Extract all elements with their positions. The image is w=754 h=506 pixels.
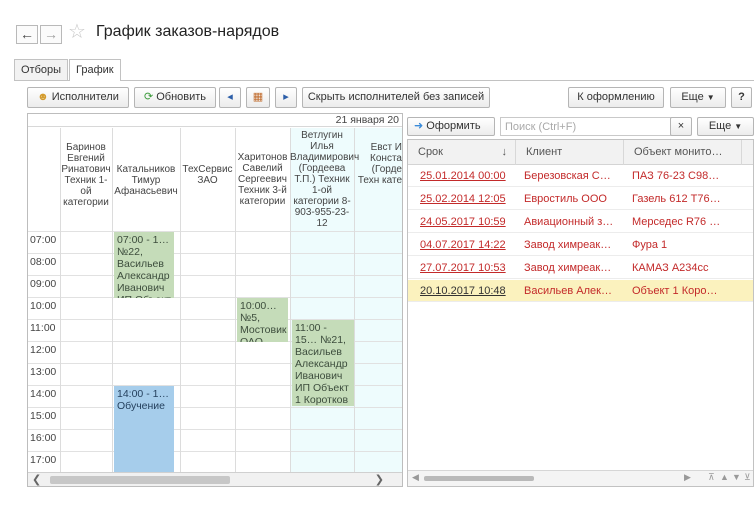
hour-label: 15:00: [30, 410, 57, 422]
refresh-icon: ⟳: [143, 91, 154, 103]
schedule-grid[interactable]: 21 января 20 Баринов Евгений Ринатович Т…: [27, 113, 403, 487]
scroll-right-icon[interactable]: ▶: [684, 472, 691, 483]
scroll-bottom-icon[interactable]: ⊻: [744, 472, 751, 483]
hide-empty-executors-button[interactable]: Скрыть исполнителей без записей: [302, 87, 490, 108]
refresh-button[interactable]: ⟳ Обновить: [134, 87, 216, 108]
hour-label: 11:00: [30, 322, 56, 334]
client-name: Завод химреак…: [524, 239, 612, 251]
client-name: Завод химреак…: [524, 262, 612, 274]
issue-order-label: Оформить: [426, 120, 481, 132]
scroll-down-icon[interactable]: ▼: [732, 472, 741, 482]
hour-label: 10:00: [30, 300, 57, 312]
page-title: График заказов-нарядов: [96, 23, 280, 40]
refresh-label: Обновить: [156, 91, 207, 103]
hour-label: 07:00: [30, 234, 57, 246]
dropdown-arrow-icon: ▼: [706, 93, 715, 102]
prev-period-button[interactable]: ◂: [219, 87, 241, 108]
calendar-icon[interactable]: ▦: [246, 87, 270, 108]
users-icon: ☻: [37, 91, 49, 103]
hour-label: 17:00: [30, 454, 57, 466]
hour-line: [28, 407, 402, 408]
next-period-button[interactable]: ▸: [275, 87, 297, 108]
object-name: Фура 1: [632, 239, 668, 251]
forward-button[interactable]: →: [40, 25, 62, 44]
table-row-selected[interactable]: 20.10.2017 10:48 Васильев Алек… Объект 1…: [408, 280, 753, 302]
schedule-event[interactable]: 10:00… №5, Мостовик ОАО МТЗ-80 Трак: [237, 298, 288, 342]
column-header-due-label: Срок: [418, 146, 443, 158]
object-name: Газель 612 Т76…: [632, 193, 721, 205]
column-header-due[interactable]: Срок ↓: [408, 140, 516, 165]
tab-filters[interactable]: Отборы: [14, 59, 69, 80]
schedule-event[interactable]: 11:00 - 15… №21, Васильев Александр Иван…: [292, 320, 354, 406]
sort-arrow-icon: ↓: [501, 146, 508, 158]
hour-label: 12:00: [30, 344, 57, 356]
hour-label: 13:00: [30, 366, 57, 378]
column-header-object[interactable]: Объект монито…: [624, 140, 742, 165]
clear-search-button[interactable]: ×: [670, 117, 692, 136]
schedule-event[interactable]: 14:00 - 1… Обучение: [114, 386, 174, 472]
table-row[interactable]: 04.07.2017 14:22 Завод химреак… Фура 1: [408, 234, 753, 256]
executors-button[interactable]: ☻ Исполнители: [27, 87, 129, 108]
issue-order-button[interactable]: ➜ Оформить: [407, 117, 495, 136]
client-name: Евростиль ООО: [524, 193, 607, 205]
executor-column-header[interactable]: Евст И Конста (Горде Техн кате: [354, 128, 402, 344]
client-name: Березовская С…: [524, 170, 611, 182]
executor-column-header[interactable]: Баринов Евгений Ринатович Техник 1-ой ка…: [60, 128, 112, 344]
object-name: ПАЗ 76-23 С98…: [632, 170, 720, 182]
tab-divider: [14, 80, 754, 81]
back-button[interactable]: ←: [16, 25, 38, 44]
orders-list-header: Срок ↓ Клиент Объект монито…: [408, 140, 753, 165]
tab-schedule[interactable]: График: [69, 59, 121, 81]
scrollbar-thumb[interactable]: [50, 476, 230, 484]
client-name: Авиационный з…: [524, 216, 614, 228]
due-date[interactable]: 20.10.2017 10:48: [420, 280, 516, 302]
hour-line: [28, 451, 402, 452]
object-name: КАМАЗ А234сс: [632, 262, 709, 274]
table-row[interactable]: 27.07.2017 10:53 Завод химреак… КАМАЗ А2…: [408, 257, 753, 279]
help-button[interactable]: ?: [731, 87, 752, 108]
scroll-right-icon[interactable]: ❯: [375, 473, 384, 486]
object-name: Объект 1 Коро…: [632, 285, 718, 297]
client-name: Васильев Алек…: [524, 285, 612, 297]
more-label: Еще: [681, 91, 704, 103]
hour-label: 16:00: [30, 432, 57, 444]
object-name: Мерседес R76 …: [632, 216, 721, 228]
scroll-left-icon[interactable]: ❮: [32, 473, 41, 486]
executor-column-header[interactable]: ТехСервис ЗАО: [180, 128, 235, 344]
scrollbar-thumb[interactable]: [424, 476, 534, 481]
table-row[interactable]: 25.02.2014 12:05 Евростиль ООО Газель 61…: [408, 188, 753, 210]
hour-line: [28, 429, 402, 430]
orders-horizontal-scrollbar[interactable]: ◀ ▶ ⊼ ▲ ▼ ⊻: [408, 470, 753, 486]
due-date[interactable]: 24.05.2017 10:59: [420, 211, 516, 233]
orders-more-label: Еще: [708, 120, 732, 132]
column-header-client[interactable]: Клиент: [516, 140, 624, 165]
search-input[interactable]: [500, 117, 686, 136]
dropdown-arrow-icon: ▼: [734, 122, 743, 131]
schedule-horizontal-scrollbar[interactable]: ❮ ❯: [28, 472, 402, 486]
executor-column-header[interactable]: Ветлугин Илья Владимирович (Гордеева Т.П…: [290, 128, 359, 344]
more-button[interactable]: Еще ▼: [670, 87, 726, 108]
due-date[interactable]: 04.07.2017 14:22: [420, 234, 516, 256]
hour-label: 14:00: [30, 388, 57, 400]
scroll-up-icon[interactable]: ▲: [720, 472, 729, 482]
scroll-left-icon[interactable]: ◀: [412, 472, 419, 483]
due-date[interactable]: 25.01.2014 00:00: [420, 165, 516, 187]
table-row[interactable]: 24.05.2017 10:59 Авиационный з… Мерседес…: [408, 211, 753, 233]
due-date[interactable]: 25.02.2014 12:05: [420, 188, 516, 210]
executors-label: Исполнители: [51, 91, 119, 103]
arrow-right-icon: ➜: [414, 120, 424, 132]
table-row[interactable]: 25.01.2014 00:00 Березовская С… ПАЗ 76-2…: [408, 165, 753, 187]
hour-label: 09:00: [30, 278, 57, 290]
schedule-date: 21 января 20: [28, 114, 402, 127]
schedule-event[interactable]: 07:00 - 1… №22, Васильев Александр Ивано…: [114, 232, 174, 298]
to-issue-button[interactable]: К оформлению: [568, 87, 664, 108]
scroll-top-icon[interactable]: ⊼: [708, 472, 715, 483]
due-date[interactable]: 27.07.2017 10:53: [420, 257, 516, 279]
hour-label: 08:00: [30, 256, 57, 268]
favorite-star-icon[interactable]: ☆: [68, 21, 86, 43]
orders-list[interactable]: Срок ↓ Клиент Объект монито… 25.01.2014 …: [407, 139, 754, 487]
orders-more-button[interactable]: Еще ▼: [697, 117, 754, 136]
